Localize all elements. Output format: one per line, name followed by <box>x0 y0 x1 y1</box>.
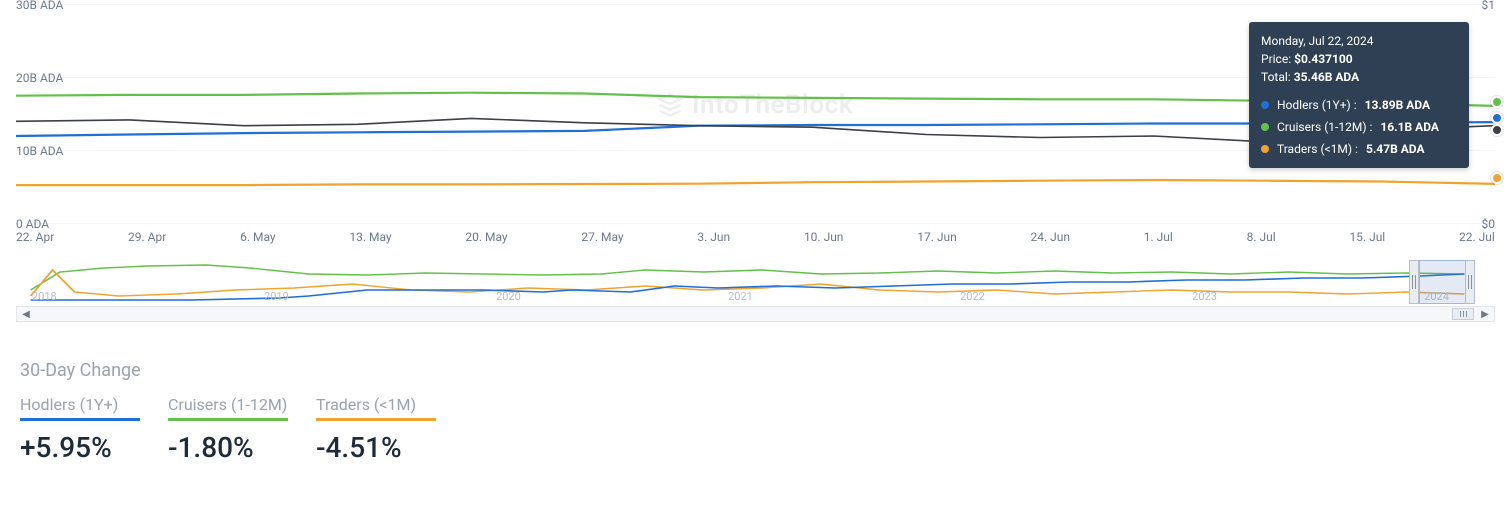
navigator-scrollbar[interactable]: ◀ ▶ <box>16 306 1495 322</box>
summary-row: Hodlers (1Y+) +5.95% Cruisers (1-12M) -1.80… <box>20 395 1489 464</box>
summary-underline <box>316 418 436 421</box>
scroll-thumb[interactable] <box>1452 308 1474 320</box>
tooltip-item: Hodlers (1Y+) : 13.89B ADA <box>1261 96 1457 114</box>
x-tick: 20. May <box>465 230 507 244</box>
summary-item-label: Traders (<1M) <box>316 395 436 414</box>
navigator-handle-right[interactable] <box>1465 260 1475 304</box>
x-tick: 13. May <box>349 230 391 244</box>
summary-underline <box>168 418 288 421</box>
main-chart[interactable]: IntoTheBlock 30B ADA $1 20B ADA 10B ADA … <box>0 0 1509 260</box>
x-tick: 17. Jun <box>917 230 957 244</box>
series-line <box>16 180 1495 185</box>
summary-item: Traders (<1M) -4.51% <box>316 395 436 464</box>
series-end-dot <box>1491 172 1503 184</box>
series-end-dot <box>1491 124 1503 136</box>
navigator-svg <box>16 260 1479 304</box>
summary-item-label: Cruisers (1-12M) <box>168 395 288 414</box>
x-tick: 22. Apr <box>16 230 54 244</box>
chart-tooltip: Monday, Jul 22, 2024 Price: $0.437100 To… <box>1249 22 1469 168</box>
summary-item-label: Hodlers (1Y+) <box>20 395 140 414</box>
summary-item-value: +5.95% <box>20 431 140 464</box>
summary-item: Hodlers (1Y+) +5.95% <box>20 395 140 464</box>
x-tick: 22. Jul <box>1459 230 1495 244</box>
x-tick: 29. Apr <box>128 230 166 244</box>
scroll-left-button[interactable]: ◀ <box>17 307 35 321</box>
summary-item-value: -1.80% <box>168 431 288 464</box>
navigator-handle-left[interactable] <box>1409 260 1419 304</box>
x-tick: 6. May <box>240 230 275 244</box>
summary-underline <box>20 418 140 421</box>
navigator-range-window[interactable] <box>1419 260 1467 304</box>
series-end-dot <box>1491 96 1503 108</box>
x-axis-ticks: 22. Apr 29. Apr 6. May 13. May 20. May 27. Ma… <box>16 230 1495 244</box>
x-tick: 1. Jul <box>1144 230 1173 244</box>
summary-panel: 30-Day Change Hodlers (1Y+) +5.95% Cruiser… <box>0 332 1509 474</box>
summary-item: Cruisers (1-12M) -1.80% <box>168 395 288 464</box>
tooltip-item: Traders (<1M) : 5.47B ADA <box>1261 140 1457 158</box>
x-tick: 8. Jul <box>1247 230 1276 244</box>
summary-title: 30-Day Change <box>20 360 1489 381</box>
tooltip-date: Monday, Jul 22, 2024 <box>1261 32 1457 50</box>
x-tick: 24. Jun <box>1031 230 1071 244</box>
navigator[interactable]: 2018201920202021202220232024 ◀ ▶ <box>0 260 1509 332</box>
scroll-right-button[interactable]: ▶ <box>1476 307 1494 321</box>
navigator-plot[interactable]: 2018201920202021202220232024 <box>16 260 1479 304</box>
tooltip-item: Cruisers (1-12M) : 16.1B ADA <box>1261 118 1457 136</box>
x-tick: 3. Jun <box>697 230 730 244</box>
x-tick: 27. May <box>581 230 623 244</box>
summary-item-value: -4.51% <box>316 431 436 464</box>
x-tick: 15. Jul <box>1349 230 1385 244</box>
x-tick: 10. Jun <box>804 230 844 244</box>
series-end-dot <box>1491 112 1503 124</box>
